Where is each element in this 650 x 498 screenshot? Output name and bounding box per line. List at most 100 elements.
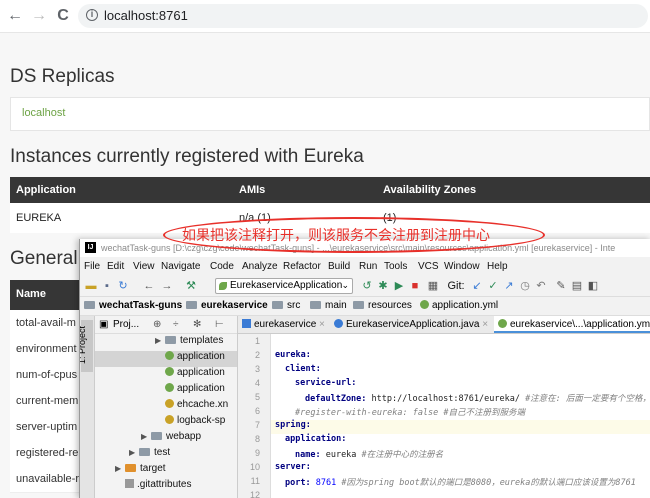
tree-item[interactable]: application: [95, 351, 237, 367]
tab-application-yml[interactable]: eurekaservice\...\application.yml: [494, 316, 650, 333]
col-application: Application: [16, 184, 76, 196]
browser-toolbar: ← → C i localhost:8761: [0, 0, 650, 33]
row-name: unavailable-r: [16, 473, 79, 485]
git-label: Git:: [447, 280, 465, 292]
col-availability-zones: Availability Zones: [383, 184, 477, 196]
yml-file-icon: [165, 383, 174, 392]
structure-icon[interactable]: ▦: [426, 279, 440, 293]
back-nav-icon[interactable]: ←: [142, 279, 156, 293]
tree-item[interactable]: logback-sp: [95, 415, 237, 431]
module-icon: [242, 319, 251, 328]
breadcrumb-src[interactable]: src: [272, 300, 300, 311]
code-line: name: eureka #在注册中心的注册名: [295, 450, 444, 460]
menu-help[interactable]: Help: [487, 261, 508, 272]
intellij-logo-icon: IJ: [85, 242, 96, 253]
tree-item[interactable]: ▶ target: [95, 463, 237, 479]
address-bar[interactable]: i localhost:8761: [78, 4, 648, 28]
file-icon: [125, 479, 134, 488]
git-revert-icon[interactable]: ↶: [534, 279, 548, 293]
xml-file-icon: [165, 415, 174, 424]
code-editor[interactable]: eureka: client: service-url: defaultZone…: [271, 334, 650, 498]
forward-icon[interactable]: →: [30, 7, 48, 25]
menu-build[interactable]: Build: [328, 261, 350, 272]
sdk-icon[interactable]: ◧: [586, 279, 600, 293]
menu-run[interactable]: Run: [359, 261, 377, 272]
breadcrumb-module[interactable]: eurekaservice: [186, 300, 268, 311]
general-table-header: Name: [10, 280, 80, 310]
url-text: localhost:8761: [104, 8, 188, 23]
forward-nav-icon[interactable]: →: [160, 279, 174, 293]
menu-analyze[interactable]: Analyze: [242, 261, 278, 272]
tree-item[interactable]: ▶ test: [95, 447, 237, 463]
menu-navigate[interactable]: Navigate: [161, 261, 200, 272]
settings-wrench-icon[interactable]: ✎: [554, 279, 568, 293]
reload-icon[interactable]: C: [54, 7, 72, 25]
collapse-icon[interactable]: ÷: [173, 319, 179, 330]
rerun-icon[interactable]: ↺: [360, 279, 374, 293]
project-tool-tab[interactable]: 1: Project: [80, 320, 93, 372]
tab-application-java[interactable]: EurekaserviceApplication.java ×: [330, 316, 492, 333]
annotation-text: 如果把该注释打开，则该服务不会注册到注册中心: [182, 227, 490, 243]
project-structure-icon[interactable]: ▤: [570, 279, 584, 293]
yml-file-icon: [498, 319, 507, 328]
tree-item[interactable]: ehcache.xn: [95, 399, 237, 415]
code-line: eureka:: [275, 350, 311, 360]
yml-file-icon: [165, 351, 174, 360]
build-hammer-icon[interactable]: ⚒: [184, 279, 198, 293]
folder-icon: [151, 432, 162, 440]
general-info-title: General: [10, 248, 78, 269]
save-icon[interactable]: ▪: [100, 279, 114, 293]
menu-window[interactable]: Window: [444, 261, 480, 272]
tree-item[interactable]: .gitattributes: [95, 479, 237, 495]
coverage-icon[interactable]: ▶: [392, 279, 406, 293]
tree-item[interactable]: ▶ templates: [95, 335, 237, 351]
close-icon[interactable]: ×: [319, 319, 325, 330]
site-info-icon[interactable]: i: [86, 9, 98, 21]
menu-code[interactable]: Code: [210, 261, 234, 272]
instances-title: Instances currently registered with Eure…: [10, 146, 364, 167]
target-icon[interactable]: ⊕: [153, 319, 161, 330]
folder-icon: [186, 301, 197, 309]
folder-icon: [165, 336, 176, 344]
spring-leaf-icon: [219, 282, 227, 290]
menu-tools[interactable]: Tools: [384, 261, 407, 272]
project-panel-header: ▣ Proj... ⊕ ÷ ✻ ⊢: [95, 316, 237, 334]
sync-icon[interactable]: ↻: [116, 279, 130, 293]
table-row: unavailable-r: [10, 466, 80, 493]
code-line: spring:: [271, 420, 650, 434]
git-history-icon[interactable]: ◷: [518, 279, 532, 293]
code-line: #register-with-eureka: false #自己不注册到服务端: [295, 408, 526, 418]
project-view-select[interactable]: Proj...: [113, 319, 139, 330]
tree-item[interactable]: application: [95, 367, 237, 383]
table-row: registered-re: [10, 440, 80, 467]
breadcrumb-resources[interactable]: resources: [353, 300, 412, 311]
tree-item[interactable]: application: [95, 383, 237, 399]
breadcrumb-file[interactable]: application.yml: [420, 300, 498, 311]
menu-file[interactable]: File: [84, 261, 100, 272]
code-line: service-url:: [295, 378, 357, 388]
run-config-select[interactable]: EurekaserviceApplication ⌄: [215, 278, 353, 294]
stop-icon[interactable]: ■: [408, 279, 422, 293]
tree-item[interactable]: ▶ webapp: [95, 431, 237, 447]
breadcrumb-main[interactable]: main: [310, 300, 347, 311]
replica-link[interactable]: localhost: [22, 107, 65, 119]
git-commit-icon[interactable]: ✓: [486, 279, 500, 293]
gear-icon[interactable]: ✻: [193, 319, 201, 330]
menu-view[interactable]: View: [133, 261, 155, 272]
git-compare-icon[interactable]: ↗: [502, 279, 516, 293]
menu-refactor[interactable]: Refactor: [283, 261, 321, 272]
breadcrumb-project[interactable]: wechatTask-guns: [84, 300, 182, 311]
folder-icon: [272, 301, 283, 309]
open-folder-icon[interactable]: ▬: [84, 279, 98, 293]
hide-icon[interactable]: ⊢: [215, 319, 224, 330]
close-icon[interactable]: ×: [482, 319, 488, 330]
git-update-icon[interactable]: ↙: [470, 279, 484, 293]
instances-table-header: Application AMIs Availability Zones: [10, 177, 650, 203]
menu-edit[interactable]: Edit: [107, 261, 124, 272]
back-icon[interactable]: ←: [6, 7, 24, 25]
menu-vcs[interactable]: VCS: [418, 261, 439, 272]
tab-eurekaservice[interactable]: eurekaservice ×: [238, 316, 329, 333]
table-row: total-avail-m: [10, 310, 80, 337]
debug-bug-icon[interactable]: ✱: [376, 279, 390, 293]
ds-replicas-title: DS Replicas: [10, 66, 115, 87]
